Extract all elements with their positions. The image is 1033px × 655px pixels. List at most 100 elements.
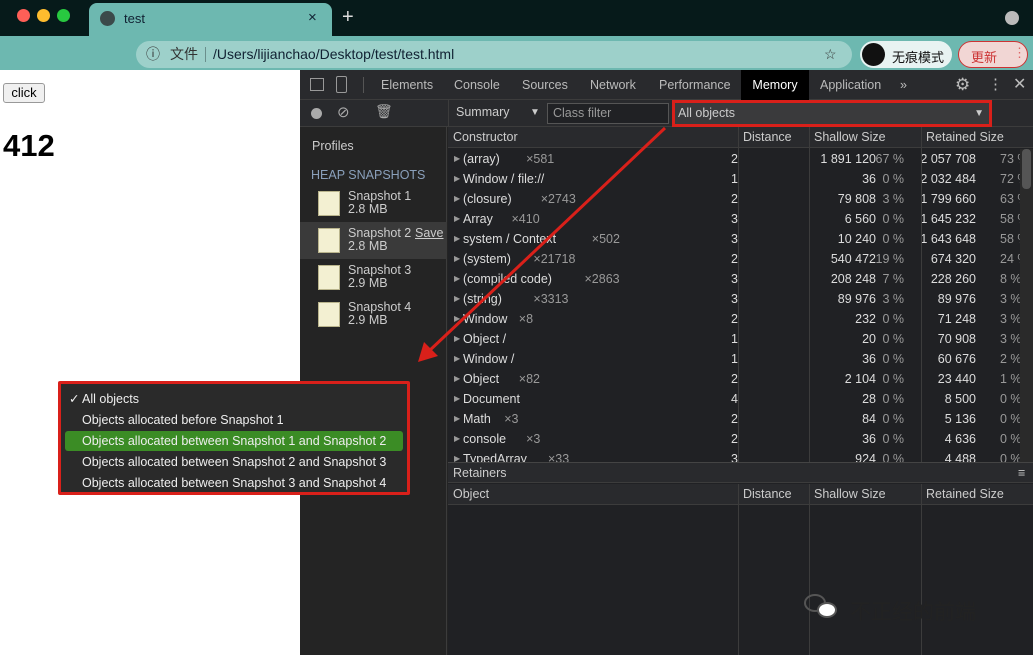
divider [809,127,810,462]
close-tab-icon[interactable]: × [308,9,317,26]
tab-elements[interactable]: Elements [381,70,433,100]
device-toolbar-icon[interactable] [336,76,347,93]
dropdown-option[interactable]: Objects allocated before Snapshot 1 [65,410,403,430]
snapshot-item-selected[interactable]: Snapshot 2 Save 2.8 MB [300,222,447,259]
close-devtools-icon[interactable]: ✕ [1013,70,1026,100]
column-shallow-size[interactable]: Shallow Size [814,484,886,505]
distance: 2 [731,372,738,386]
click-button[interactable]: click [3,83,45,103]
column-shallow-size[interactable]: Shallow Size [814,127,886,148]
snapshot-item[interactable]: Snapshot 4 2.9 MB [300,296,447,333]
column-retained-size[interactable]: Retained Size [926,127,1004,148]
dropdown-option[interactable]: Objects allocated between Snapshot 1 and… [65,431,403,451]
expand-arrow-icon: ▶ [454,314,461,323]
devtools-panel: Elements Console Sources Network Perform… [300,70,1033,655]
table-row[interactable]: ▶(closure) ×2743 2 79 808 3 % 1 799 660 63 % [448,189,1020,209]
table-row[interactable]: ▶ Object / 1 20 0 % 70 908 3 % [448,329,1020,349]
table-row[interactable]: ▶ Window / 1 36 0 % 60 676 2 % [448,349,1020,369]
object-filter-value: All objects [678,106,735,120]
constructor-name: console [463,432,507,446]
column-object[interactable]: Object [453,484,489,505]
dropdown-option[interactable]: Objects allocated between Snapshot 2 and… [65,452,403,472]
update-button[interactable]: 更新 ⋮ [958,41,1028,68]
record-icon[interactable] [311,108,322,119]
table-row[interactable]: ▶(system) ×21718 2 540 47219 % 674 320 24 % [448,249,1020,269]
table-row[interactable]: ▶ (compiled code) ×2863 3 208 248 7 % 228 260 8… [448,269,1020,289]
retained-size: 4 488 [944,452,976,462]
retained-percent: 0 % [1000,452,1020,462]
tab-title: test [124,11,145,26]
browser-tab[interactable]: test × [89,3,332,36]
tab-search-icon[interactable] [1005,11,1019,25]
tab-console[interactable]: Console [454,70,500,100]
table-row[interactable]: ▶ Object ×82 2 2 104 0 % 23 440 1 % [448,369,1020,389]
constructor-name: system / Context [463,232,557,246]
table-row[interactable]: ▶ (string) ×3313 3 89 976 3 % 89 976 3 % [448,289,1020,309]
retained-percent: 2 % [1000,352,1020,366]
table-row[interactable]: ▶ Document 4 28 0 % 8 500 0 % [448,389,1020,409]
tab-memory[interactable]: Memory [741,70,809,100]
instance-count: ×3 [526,432,541,446]
instance-count: ×8 [518,312,534,326]
save-snapshot-link[interactable]: Save [415,227,444,240]
column-retained-size[interactable]: Retained Size [926,484,1004,505]
view-select-value: Summary [456,105,510,119]
distance: 4 [731,392,738,406]
trash-icon[interactable]: 🗑 [375,103,393,120]
shallow-percent: 0 % [882,432,904,446]
tab-network[interactable]: Network [590,70,636,100]
dropdown-option[interactable]: Objects allocated between Snapshot 3 and… [65,473,403,493]
retained-percent: 1 % [1000,372,1020,386]
column-distance[interactable]: Distance [743,484,792,505]
column-constructor[interactable]: Constructor [453,127,518,148]
view-select[interactable]: Summary ▼ [456,105,540,123]
expand-arrow-icon: ▶ [454,294,461,303]
constructor-name: Object [463,372,500,386]
object-filter-select[interactable]: All objects ▼ [672,100,992,127]
hamburger-icon[interactable]: ≡ [1018,463,1025,484]
menu-dots-icon[interactable]: ⋮ [1013,45,1026,61]
address-bar[interactable]: ⓘ 文件 /Users/lijianchao/Desktop/test/test… [136,41,852,68]
new-tab-icon[interactable]: + [342,6,354,29]
distance: 1 [731,172,738,186]
table-row[interactable]: ▶Window / file:// 1 36 0 % 2 032 484 72 % [448,169,1020,189]
distance: 2 [731,412,738,426]
retained-percent: 0 % [1000,432,1020,446]
maximize-window-button[interactable] [57,9,70,22]
table-row[interactable]: ▶ console ×3 2 36 0 % 4 636 0 % [448,429,1020,449]
table-row[interactable]: ▶ TypedArray ×33 3 924 0 % 4 488 0 % [448,449,1020,462]
close-window-button[interactable] [17,9,30,22]
tab-performance[interactable]: Performance [659,70,731,100]
inspect-element-icon[interactable] [310,78,324,91]
class-filter-input[interactable]: Class filter [547,103,669,124]
bookmark-star-icon[interactable]: ☆ [824,41,837,68]
table-row[interactable]: ▶Array ×410 3 6 560 0 % 1 645 232 58 % [448,209,1020,229]
constructor-name: Window / file:// [463,172,545,186]
devtools-tab-bar: Elements Console Sources Network Perform… [300,70,1033,100]
column-distance[interactable]: Distance [743,127,792,148]
more-tabs-button[interactable]: » [900,70,907,100]
constructor-name: Math [463,412,491,426]
scrollbar-thumb[interactable] [1022,149,1031,189]
tab-application[interactable]: Application [820,70,881,100]
settings-gear-icon[interactable]: ⚙ [955,70,970,100]
dropdown-option[interactable]: ✓ All objects [65,389,403,409]
chevron-down-icon: ▼ [530,107,540,118]
more-options-icon[interactable]: ⋮ [988,70,1003,100]
retained-percent: 73 % [1000,152,1020,166]
shallow-size: 84 [862,412,876,426]
snapshot-item[interactable]: Snapshot 3 2.9 MB [300,259,447,296]
table-row[interactable]: ▶ system / Context ×502 3 10 240 0 % 1 643 648… [448,229,1020,249]
constructor-name: (string) [463,292,502,306]
snapshot-item[interactable]: Snapshot 1 2.8 MB [300,185,447,222]
table-row[interactable]: ▶(array) ×581 2 1 891 12067 % 2 057 708 73 % [448,149,1020,169]
retained-size: 1 799 660 [920,192,976,206]
tab-sources[interactable]: Sources [522,70,568,100]
scrollbar[interactable] [1020,149,1033,462]
minimize-window-button[interactable] [37,9,50,22]
table-row[interactable]: ▶ Window ×8 2 232 0 % 71 248 3 % [448,309,1020,329]
incognito-badge[interactable]: 无痕模式 [860,41,952,68]
snapshot-size: 2.8 MB [348,239,388,253]
table-row[interactable]: ▶ Math ×3 2 84 0 % 5 136 0 % [448,409,1020,429]
clear-icon[interactable]: ⊘ [337,103,350,121]
